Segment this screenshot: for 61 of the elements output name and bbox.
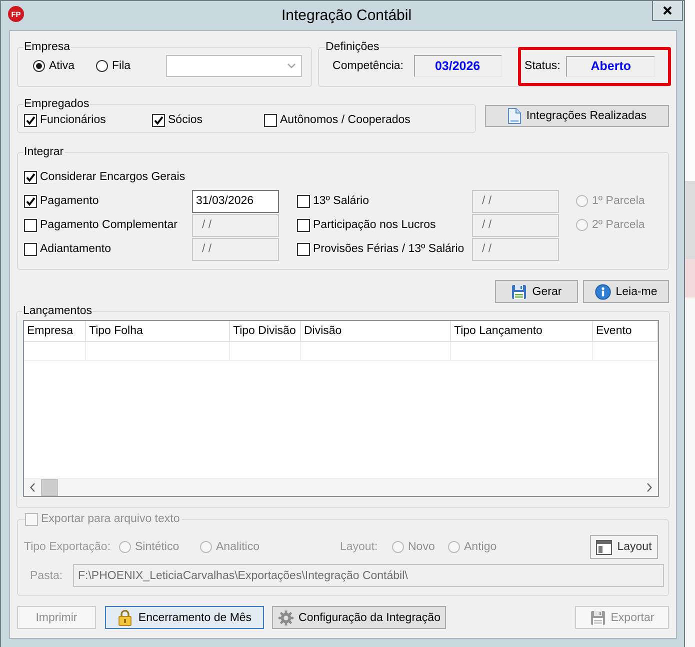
column-header: Empresa: [24, 321, 86, 341]
close-icon: [663, 6, 672, 15]
readme-button[interactable]: Leia-me: [583, 280, 669, 303]
checkbox[interactable]: [24, 242, 37, 256]
checkbox-label[interactable]: Provisões Férias / 13º Salário: [313, 243, 464, 255]
field-label: Tipo Exportação:: [24, 541, 112, 553]
group-title: Empresa: [23, 40, 72, 54]
checkbox-label[interactable]: Considerar Encargos Gerais: [40, 171, 186, 183]
group-title: Definições: [324, 40, 380, 54]
checkbox-label[interactable]: Pagamento Complementar: [40, 219, 178, 231]
column-header: Evento: [593, 321, 658, 341]
radio-button[interactable]: [33, 60, 45, 72]
period-field: 03/2026: [414, 55, 502, 77]
window-title: Integração Contábil: [281, 6, 412, 24]
gear-icon: [278, 610, 294, 626]
checkbox[interactable]: [152, 114, 165, 126]
settings-button[interactable]: Configuração da Integração: [272, 606, 446, 629]
field-label: Pasta:: [29, 570, 64, 582]
radio-button[interactable]: [96, 60, 108, 72]
date-field[interactable]: 31/03/2026: [192, 190, 279, 212]
checkbox[interactable]: [297, 218, 310, 232]
checkbox[interactable]: [24, 170, 37, 184]
close-button[interactable]: [652, 1, 683, 21]
column-header: Tipo Folha: [86, 321, 230, 341]
field-label: Status:: [524, 60, 560, 72]
document-icon: [507, 108, 522, 124]
window-layout-icon: [596, 540, 612, 554]
chevron-left-icon: [30, 483, 35, 492]
checkbox[interactable]: [24, 114, 37, 126]
generate-button[interactable]: Gerar: [495, 280, 578, 303]
status-field: Aberto: [566, 56, 656, 76]
radio-label[interactable]: Ativa: [49, 60, 75, 72]
checkbox[interactable]: [24, 218, 37, 232]
checkbox[interactable]: [24, 194, 37, 208]
group-title: Empregados: [23, 97, 90, 111]
checkbox-label[interactable]: Sócios: [168, 114, 203, 126]
checkbox-label[interactable]: Funcionários: [40, 114, 106, 126]
checkbox-label[interactable]: Adiantamento: [40, 243, 111, 255]
radio-label[interactable]: Fila: [112, 60, 131, 72]
checkbox-label[interactable]: Participação nos Lucros: [313, 219, 436, 231]
checkbox[interactable]: [297, 194, 310, 208]
checkbox-label[interactable]: Autônomos / Cooperados: [280, 114, 410, 126]
field-label: Layout:: [340, 541, 379, 553]
field-label: Competência:: [332, 60, 405, 72]
group-title: Integrar: [23, 145, 65, 159]
close-month-button[interactable]: Encerramento de Mês: [105, 606, 264, 629]
checkbox[interactable]: [264, 114, 277, 126]
checkbox-label[interactable]: Pagamento: [40, 195, 99, 207]
integrations-button[interactable]: Integrações Realizadas: [485, 105, 669, 127]
column-header: Divisão: [301, 321, 451, 341]
horizontal-scrollbar[interactable]: [24, 478, 658, 496]
checkbox-label[interactable]: 13º Salário: [313, 195, 369, 207]
checkbox[interactable]: [297, 242, 310, 256]
chevron-down-icon: [287, 63, 296, 69]
padlock-icon: [117, 609, 134, 626]
info-icon: [594, 284, 611, 300]
column-header: Tipo Lançamento: [451, 321, 593, 341]
chevron-right-icon: [647, 483, 652, 492]
group-title: Lançamentos: [22, 304, 94, 318]
scrollbar-thumb[interactable]: [41, 479, 58, 496]
column-header: Tipo Divisão: [230, 321, 301, 341]
